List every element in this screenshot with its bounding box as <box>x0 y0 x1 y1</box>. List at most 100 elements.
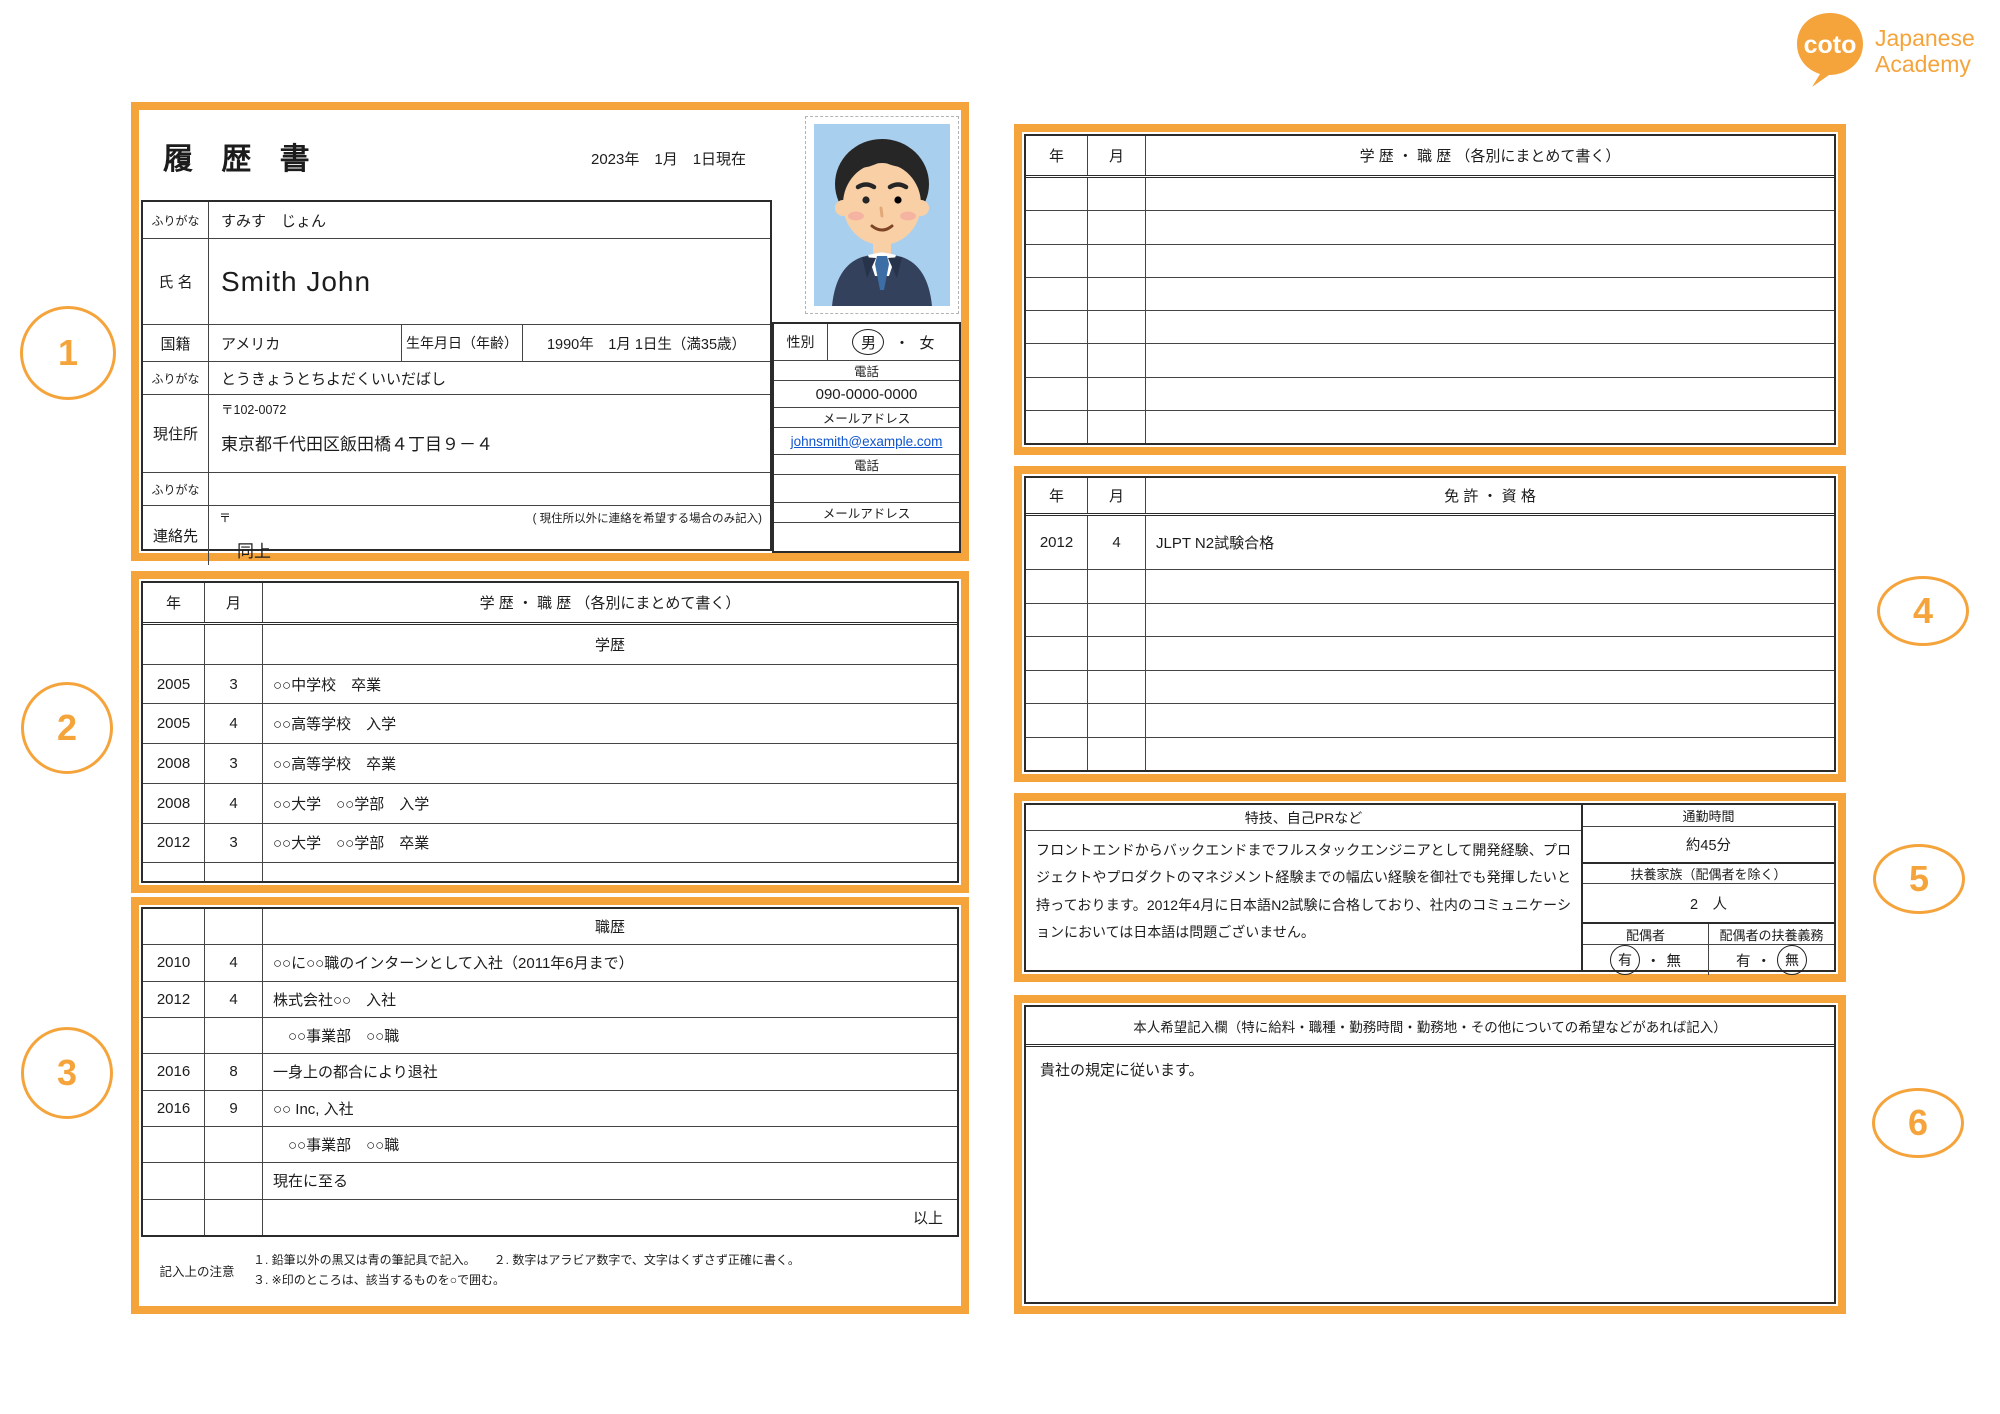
work-table-rows: 職歴20104○○に○○職のインターンとして入社（2011年6月まで）20124… <box>143 909 957 1235</box>
email-link[interactable]: johnsmith@example.com <box>791 434 943 449</box>
cell-desc <box>263 863 957 881</box>
table-row: ○○事業部 ○○職 <box>143 1018 957 1054</box>
cell-desc: 一身上の都合により退社 <box>263 1054 957 1089</box>
contact-column: 性別 男 ・ 女 電話 090-0000-0000 メールアドレス johnsm… <box>772 322 961 553</box>
brand-name-line1: Japanese <box>1875 26 1975 52</box>
cell-month <box>1088 344 1146 376</box>
commute-header: 通勤時間 <box>1583 805 1834 827</box>
address-row: 現住所 〒102-0072 東京都千代田区飯田橋４丁目９－４ <box>143 394 770 472</box>
cell-year: 2012 <box>143 824 205 863</box>
personal-info-panel: 履 歴 書 2023年 1月 1日現在 <box>131 102 969 561</box>
cell-month <box>1088 570 1146 602</box>
contact-postal-mark: 〒 <box>219 511 231 525</box>
cell-month <box>1088 178 1146 210</box>
address-furigana-label: ふりがな <box>143 362 209 394</box>
cell-year <box>1026 738 1088 770</box>
cell-desc <box>1146 637 1834 669</box>
brand-name-line2: Academy <box>1875 52 1975 78</box>
table-row <box>1026 245 1834 278</box>
cell-month <box>1088 637 1146 669</box>
column-header-year: 年 <box>143 583 205 622</box>
cell-month <box>205 625 263 664</box>
notes-row: 記入上の注意 １. 鉛筆以外の黒又は青の筆記具で記入。 ２. 数字はアラビア数字… <box>141 1240 959 1300</box>
nationality-value: アメリカ <box>209 325 401 361</box>
wishes-body: 貴社の規定に従います。 <box>1026 1047 1834 1302</box>
table-row: 20124JLPT N2試験合格 <box>1026 516 1834 570</box>
cell-year: 2008 <box>143 784 205 823</box>
step-badge-4: 4 <box>1877 576 1969 646</box>
name-row: 氏 名 Smith John <box>143 238 770 324</box>
cell-year <box>143 1018 205 1053</box>
cell-desc: ○○高等学校 卒業 <box>263 744 957 783</box>
column-header-history: 学 歴 ・ 職 歴 （各別にまとめて書く） <box>1146 136 1834 175</box>
cell-year <box>143 1200 205 1235</box>
wishes-panel: 本人希望記入欄（特に給料・職種・勤務時間・勤務地・その他についての希望などがあれ… <box>1014 995 1846 1314</box>
cell-month <box>1088 671 1146 703</box>
table-row: 20054○○高等学校 入学 <box>143 704 957 744</box>
address-furigana-row: ふりがな とうきょうとちよだくいいだばし <box>143 361 770 394</box>
table-row: 職歴 <box>143 909 957 945</box>
cell-month: 4 <box>205 982 263 1017</box>
cell-year: 2008 <box>143 744 205 783</box>
cell-month <box>1088 311 1146 343</box>
cell-desc: ○○事業部 ○○職 <box>263 1018 957 1053</box>
furigana-value: すみす じょん <box>209 202 770 238</box>
cell-desc <box>1146 211 1834 243</box>
table-row <box>1026 344 1834 377</box>
cell-month <box>205 1018 263 1053</box>
spouse-value: 有 ・ 無 <box>1583 945 1708 975</box>
gender-row: 性別 男 ・ 女 <box>774 324 959 361</box>
dependents-header: 扶養家族（配偶者を除く） <box>1583 864 1834 884</box>
table-row <box>1026 178 1834 211</box>
wishes-header: 本人希望記入欄（特に給料・職種・勤務時間・勤務地・その他についての希望などがあれ… <box>1026 1007 1834 1047</box>
cell-month <box>1088 738 1146 770</box>
phone2-label: 電話 <box>774 455 959 475</box>
cell-month <box>1088 245 1146 277</box>
table-row: 20124株式会社○○ 入社 <box>143 982 957 1018</box>
resume-page: coto Japanese Academy 1 2 3 4 5 6 履 歴 書 … <box>0 0 2000 1414</box>
cell-year: 2012 <box>1026 516 1088 569</box>
gender-female: 女 <box>920 332 935 353</box>
work-table: 職歴20104○○に○○職のインターンとして入社（2011年6月まで）20124… <box>141 907 959 1237</box>
table-row <box>1026 378 1834 411</box>
cell-desc: ○○ Inc, 入社 <box>263 1091 957 1126</box>
spouse-row: 配偶者 有 ・ 無 配偶者の扶養義務 有 ・ 無 <box>1583 924 1834 975</box>
cell-year: 2016 <box>143 1054 205 1089</box>
cell-desc: JLPT N2試験合格 <box>1146 516 1834 569</box>
phone2-value-empty <box>774 475 959 503</box>
cell-month: 3 <box>205 744 263 783</box>
step-badge-3: 3 <box>21 1027 113 1119</box>
table-row <box>1026 637 1834 670</box>
table-row <box>1026 738 1834 770</box>
name-label: 氏 名 <box>143 239 209 324</box>
table-row: 以上 <box>143 1200 957 1235</box>
spouse-separator: ・ <box>1646 950 1661 971</box>
nationality-birthdate-row: 国籍 アメリカ 生年月日（年齢） 1990年 1月 1日生（満35歳） <box>143 324 770 361</box>
cell-month: 4 <box>205 945 263 980</box>
nationality-label: 国籍 <box>143 325 209 361</box>
applicant-photo <box>813 124 951 306</box>
cell-desc <box>1146 604 1834 636</box>
table-row <box>143 863 957 881</box>
cell-year <box>1026 278 1088 310</box>
cell-month <box>1088 704 1146 736</box>
skills-text: フロントエンドからバックエンドまでフルスタックエンジニアとして開発経験、プロジェ… <box>1026 831 1581 970</box>
address-postal: 〒102-0072 <box>221 399 758 418</box>
cell-month <box>1088 211 1146 243</box>
contact-furigana-value <box>209 473 770 505</box>
spouse-support-value: 有 ・ 無 <box>1709 945 1834 975</box>
personal-fields-table: ふりがな すみす じょん 氏 名 Smith John 国籍 アメリカ 生年月日… <box>141 200 772 551</box>
table-row: 現在に至る <box>143 1163 957 1199</box>
cell-desc: ○○高等学校 入学 <box>263 704 957 743</box>
history-continued-panel: 年 月 学 歴 ・ 職 歴 （各別にまとめて書く） <box>1014 124 1846 455</box>
cell-year: 2016 <box>143 1091 205 1126</box>
address-furigana-value: とうきょうとちよだくいいだばし <box>209 362 770 394</box>
cell-month <box>205 909 263 944</box>
cell-year <box>1026 311 1088 343</box>
contact-furigana-label: ふりがな <box>143 473 209 505</box>
table-row: ○○事業部 ○○職 <box>143 1127 957 1163</box>
table-row: 学歴 <box>143 625 957 665</box>
cell-desc <box>1146 311 1834 343</box>
commute-value: 約45分 <box>1583 827 1834 864</box>
contact-row: 連絡先 〒 ( 現住所以外に連絡を希望する場合のみ記入) 同上 <box>143 505 770 565</box>
